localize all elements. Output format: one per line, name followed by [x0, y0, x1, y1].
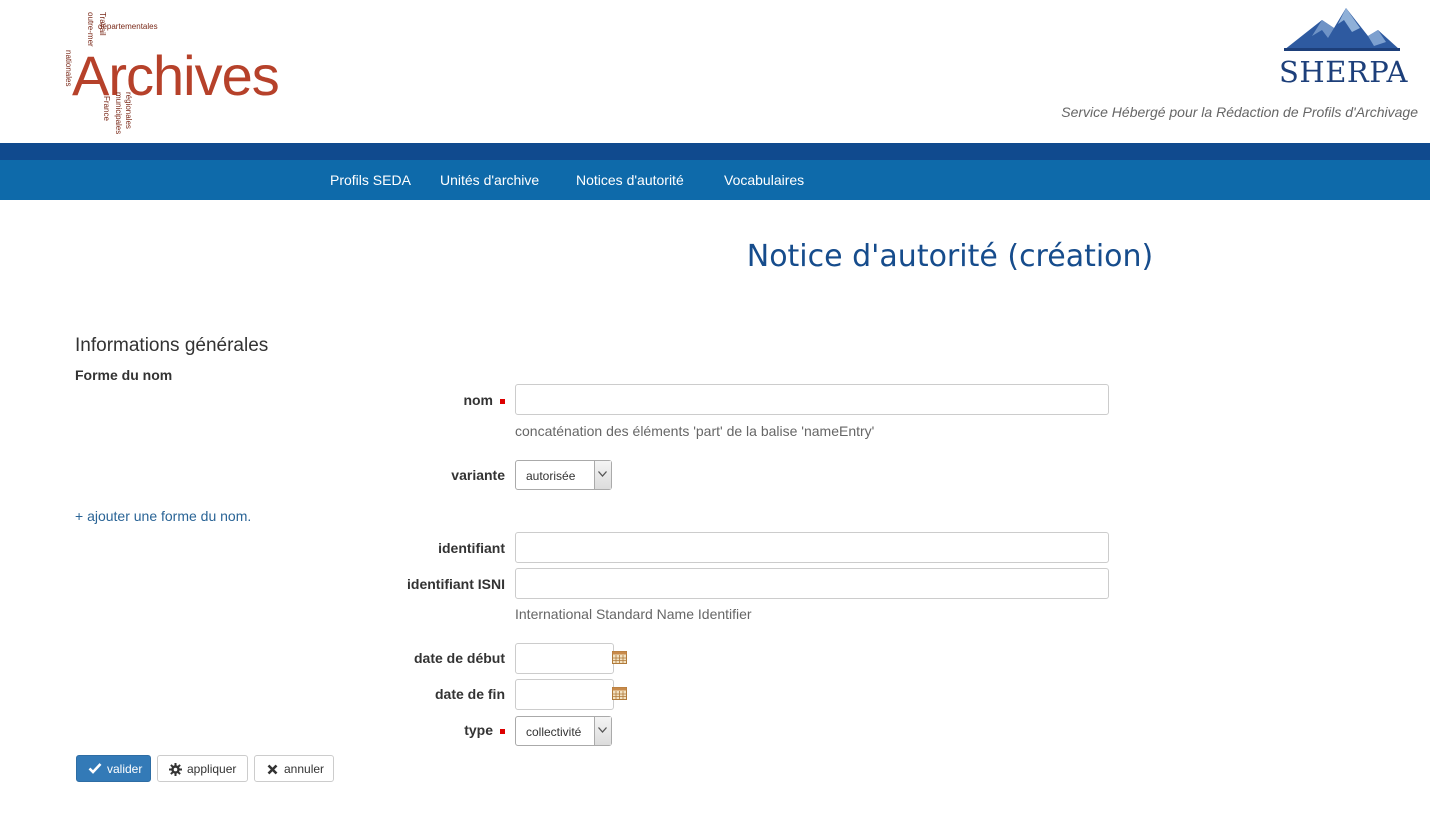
- navbar-top-strip: [0, 143, 1430, 160]
- cancel-label: annuler: [284, 762, 325, 776]
- sherpa-name: SHERPA: [1279, 55, 1408, 89]
- type-select[interactable]: collectivité: [515, 716, 612, 746]
- sherpa-logo: SHERPA: [1279, 6, 1410, 96]
- archives-logo: départementales outre-mer Travail nation…: [62, 8, 280, 135]
- calendar-icon[interactable]: [612, 687, 627, 700]
- apply-button[interactable]: appliquer: [157, 755, 248, 782]
- type-label: type: [464, 722, 493, 738]
- nav-profils-seda[interactable]: Profils SEDA: [330, 160, 411, 200]
- type-selected: collectivité: [526, 725, 582, 739]
- identifiant-input[interactable]: [515, 532, 1109, 563]
- logo-word: municipales: [114, 92, 123, 135]
- nav-notices-autorite[interactable]: Notices d'autorité: [576, 160, 684, 200]
- chevron-down-icon: [594, 717, 611, 745]
- page-title: Notice d'autorité (création): [746, 239, 1154, 274]
- date-fin-label: date de fin: [434, 686, 505, 702]
- check-icon: [88, 763, 102, 774]
- section-title: Informations générales: [75, 335, 269, 356]
- date-fin-input[interactable]: [515, 679, 614, 710]
- variante-selected: autorisée: [526, 469, 576, 483]
- nom-label: nom: [463, 392, 493, 408]
- close-icon: [267, 764, 278, 775]
- nom-help: concaténation des éléments 'part' de la …: [515, 423, 875, 439]
- date-debut-input[interactable]: [515, 643, 614, 674]
- validate-button[interactable]: valider: [76, 755, 151, 782]
- logo-word: nationales: [64, 50, 73, 87]
- main-navbar: Profils SEDA Unités d'archive Notices d'…: [0, 160, 1430, 200]
- isni-help: International Standard Name Identifier: [515, 606, 752, 622]
- variante-label: variante: [451, 467, 505, 483]
- nom-input[interactable]: [515, 384, 1109, 415]
- logo-word: régionales: [124, 92, 133, 129]
- mountain-icon: [1284, 8, 1400, 51]
- identifiant-label: identifiant: [438, 540, 505, 556]
- validate-label: valider: [107, 762, 143, 776]
- nav-unites-archive[interactable]: Unités d'archive: [440, 160, 539, 200]
- section-subtitle: Forme du nom: [75, 367, 173, 383]
- tagline: Service Hébergé pour la Rédaction de Pro…: [1061, 104, 1418, 120]
- required-marker: [500, 399, 505, 404]
- apply-label: appliquer: [187, 762, 237, 776]
- logo-word: outre-mer: [86, 12, 95, 47]
- nav-vocabulaires[interactable]: Vocabulaires: [724, 160, 804, 200]
- cancel-button[interactable]: annuler: [254, 755, 334, 782]
- variante-select[interactable]: autorisée: [515, 460, 612, 490]
- logo-word: Travail: [98, 12, 107, 36]
- isni-input[interactable]: [515, 568, 1109, 599]
- isni-label: identifiant ISNI: [407, 576, 505, 592]
- required-marker: [500, 729, 505, 734]
- calendar-icon[interactable]: [612, 651, 627, 664]
- gear-icon: [169, 763, 182, 776]
- logo-word: France: [102, 96, 111, 121]
- add-name-form-link[interactable]: + ajouter une forme du nom.: [75, 508, 251, 524]
- date-debut-label: date de début: [413, 650, 505, 666]
- chevron-down-icon: [594, 461, 611, 489]
